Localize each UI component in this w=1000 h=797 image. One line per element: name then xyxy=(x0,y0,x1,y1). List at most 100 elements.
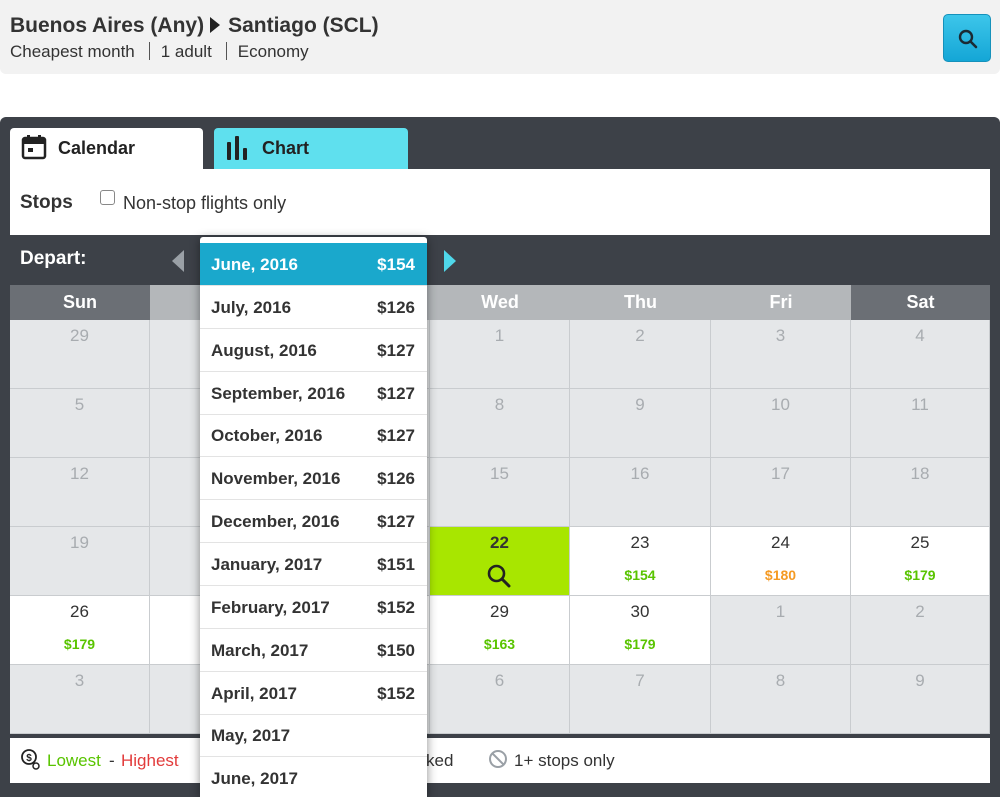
day-number: 18 xyxy=(910,464,930,483)
calendar-day-cell[interactable]: 2 xyxy=(851,596,990,665)
month-option[interactable]: August, 2016 $127 xyxy=(200,329,427,372)
month-option-price: $126 xyxy=(377,298,415,317)
month-option[interactable]: February, 2017 $152 xyxy=(200,586,427,629)
day-number: 30 xyxy=(630,602,650,621)
calendar-day-cell[interactable]: 15 xyxy=(430,458,570,527)
filter-divider xyxy=(148,42,150,60)
calendar-day-cell[interactable]: 24 $180 xyxy=(711,527,851,596)
calendar-day-cell[interactable]: 29 xyxy=(10,320,150,389)
calendar-day-cell[interactable]: 5 xyxy=(10,389,150,458)
calendar-day-cell[interactable]: 6 xyxy=(430,665,570,734)
day-number: 3 xyxy=(775,326,786,345)
day-price: $180 xyxy=(764,567,797,583)
calendar-day-cell[interactable]: 16 xyxy=(570,458,711,527)
calendar-day-cell[interactable]: 2 xyxy=(570,320,711,389)
month-dropdown[interactable]: June, 2016 $154 July, 2016 $126 August, 2016… xyxy=(200,237,427,797)
filter-date-mode: Cheapest month xyxy=(10,42,135,61)
calendar-day-cell[interactable]: 3 xyxy=(711,320,851,389)
calendar-day-cell[interactable]: 8 xyxy=(711,665,851,734)
month-option[interactable]: March, 2017 $150 xyxy=(200,629,427,672)
day-number: 25 xyxy=(910,533,930,552)
price-legend: $ Lowest - Highest ked 1+ stops only xyxy=(10,738,990,783)
calendar-day-cell[interactable]: 23 $154 xyxy=(570,527,711,596)
day-number: 6 xyxy=(494,671,505,690)
legend-lowest: Lowest xyxy=(47,751,101,770)
calendar-day-cell[interactable]: 19 xyxy=(10,527,150,596)
calendar-day-cell[interactable]: 7 xyxy=(570,665,711,734)
month-option-label: June, 2017 xyxy=(211,769,298,788)
month-option-label: June, 2016 xyxy=(211,255,298,274)
calendar-day-cell[interactable]: 3 xyxy=(10,665,150,734)
month-option-price: $152 xyxy=(377,684,415,703)
calendar-day-cell[interactable]: 10 xyxy=(711,389,851,458)
month-option-label: January, 2017 xyxy=(211,555,323,574)
month-option-label: May, 2017 xyxy=(211,726,291,745)
legend-stops-only: 1+ stops only xyxy=(514,751,615,770)
day-price: $154 xyxy=(624,567,656,583)
calendar-day-cell[interactable]: 26 $179 xyxy=(10,596,150,665)
destination-label: Santiago (SCL) xyxy=(228,14,379,37)
day-price: $179 xyxy=(624,636,656,652)
month-option-label: September, 2016 xyxy=(211,384,346,403)
day-number: 2 xyxy=(915,602,925,621)
calendar-day-cell[interactable]: 22 xyxy=(430,527,570,596)
month-option[interactable]: May, 2017 xyxy=(200,714,427,757)
day-number: 26 xyxy=(70,602,89,621)
price-tag-icon: $ xyxy=(21,749,40,770)
day-price: $163 xyxy=(483,636,516,652)
day-number: 10 xyxy=(771,395,790,414)
depart-label: Depart: xyxy=(20,248,87,269)
month-option-label: April, 2017 xyxy=(211,684,297,703)
nonstop-label[interactable]: Non-stop flights only xyxy=(123,193,286,214)
month-option[interactable]: October, 2016 $127 xyxy=(200,414,427,457)
previous-month-arrow-icon[interactable] xyxy=(172,250,184,272)
svg-text:$: $ xyxy=(26,753,32,764)
calendar-day-cell[interactable]: 18 xyxy=(851,458,990,527)
day-number: 29 xyxy=(70,326,89,345)
calendar-icon xyxy=(21,135,47,160)
month-option-label: November, 2016 xyxy=(211,469,341,488)
calendar-day-cell[interactable]: 1 xyxy=(430,320,570,389)
calendar-day-cell[interactable]: 9 xyxy=(570,389,711,458)
calendar-day-cell[interactable]: 8 xyxy=(430,389,570,458)
calendar-day-cell[interactable]: 11 xyxy=(851,389,990,458)
calendar-day-cell[interactable]: 1 xyxy=(711,596,851,665)
month-option[interactable]: September, 2016 $127 xyxy=(200,372,427,415)
weekday-header: Thu xyxy=(570,285,711,320)
month-option[interactable]: July, 2016 $126 xyxy=(200,286,427,329)
calendar-day-cell[interactable]: 12 xyxy=(10,458,150,527)
month-option-price: $127 xyxy=(377,341,415,360)
nonstop-checkbox[interactable] xyxy=(100,190,115,205)
month-option[interactable]: November, 2016 $126 xyxy=(200,457,427,500)
calendar-day-cell[interactable]: 30 $179 xyxy=(570,596,711,665)
day-number: 11 xyxy=(911,395,929,414)
day-number: 17 xyxy=(771,464,790,483)
month-option[interactable]: June, 2017 xyxy=(200,757,427,797)
month-option-price: $127 xyxy=(377,384,415,403)
day-number: 9 xyxy=(635,395,645,414)
calendar-day-cell[interactable]: 9 xyxy=(851,665,990,734)
day-number: 7 xyxy=(635,671,645,690)
calendar-day-cell[interactable]: 25 $179 xyxy=(851,527,990,596)
next-month-arrow-icon[interactable] xyxy=(444,250,456,272)
search-button[interactable] xyxy=(943,14,991,62)
calendar-day-cell[interactable]: 17 xyxy=(711,458,851,527)
no-symbol-icon xyxy=(489,750,507,768)
weekday-header: Sat xyxy=(851,285,990,320)
month-option[interactable]: April, 2017 $152 xyxy=(200,672,427,715)
month-option-label: March, 2017 xyxy=(211,641,309,660)
month-option-label: February, 2017 xyxy=(211,598,330,617)
calendar-day-cell[interactable]: 29 $163 xyxy=(430,596,570,665)
origin-label: Buenos Aires (Any) xyxy=(10,14,205,37)
day-number: 22 xyxy=(490,533,509,552)
day-number: 19 xyxy=(70,533,89,552)
calendar-day-cell[interactable]: 4 xyxy=(851,320,990,389)
month-option[interactable]: January, 2017 $151 xyxy=(200,543,427,586)
legend-dash: - xyxy=(109,751,115,770)
tab-chart[interactable]: Chart xyxy=(214,128,408,169)
tab-calendar[interactable]: Calendar xyxy=(10,128,203,169)
month-option-price: $154 xyxy=(377,255,415,274)
month-option[interactable]: December, 2016 $127 xyxy=(200,500,427,543)
day-number: 16 xyxy=(630,464,650,483)
month-option[interactable]: June, 2016 $154 xyxy=(200,243,427,286)
